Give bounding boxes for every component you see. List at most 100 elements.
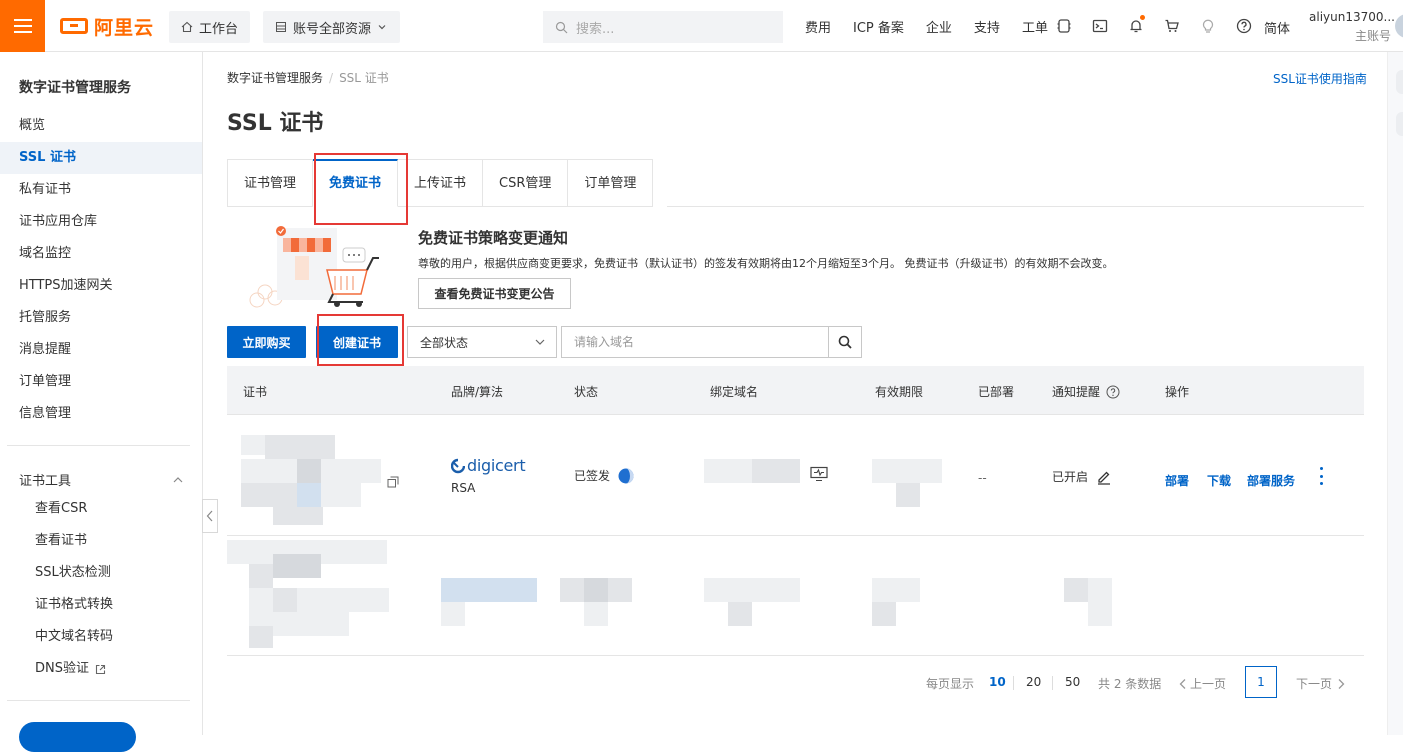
help-icon[interactable] — [1226, 18, 1262, 34]
chevron-down-icon — [378, 25, 386, 30]
tab-csr-management[interactable]: CSR管理 — [483, 159, 569, 207]
sidebar-item-view-csr[interactable]: 查看CSR — [0, 493, 202, 525]
sidebar-item-overview[interactable]: 概览 — [0, 110, 202, 142]
more-actions-icon[interactable] — [1316, 466, 1326, 486]
bell-icon[interactable] — [1118, 15, 1154, 34]
resources-dropdown[interactable]: 账号全部资源 — [263, 11, 400, 43]
col-notify: 通知提醒 — [1052, 383, 1120, 400]
ssl-guide-link[interactable]: SSL证书使用指南 — [1273, 70, 1367, 87]
page-size-10[interactable]: 10 — [989, 675, 1006, 689]
rail-handle-bottom[interactable] — [1396, 112, 1403, 136]
help-icon[interactable] — [1106, 385, 1120, 399]
top-link-ticket[interactable]: 工单 — [1022, 17, 1048, 36]
status-globe-icon[interactable] — [618, 468, 634, 484]
lightbulb-icon[interactable] — [1190, 18, 1226, 34]
app-icon[interactable] — [1046, 18, 1082, 34]
sidebar-collapse-button[interactable] — [202, 499, 218, 533]
breadcrumb-current: SSL 证书 — [339, 71, 389, 85]
terminal-icon[interactable] — [1082, 18, 1118, 34]
rail-handle-top[interactable] — [1396, 70, 1403, 94]
monitor-icon[interactable] — [810, 466, 828, 482]
table-row: digicert RSA 已签发 -- 已开启 部署 下载 部署服务 — [227, 415, 1364, 536]
view-announcement-button[interactable]: 查看免费证书变更公告 — [418, 278, 571, 309]
buy-now-button[interactable]: 立即购买 — [227, 326, 306, 358]
digicert-mark-icon — [451, 458, 465, 473]
tab-order-management[interactable]: 订单管理 — [568, 159, 654, 207]
top-link-fees[interactable]: 费用 — [805, 17, 831, 36]
chevron-right-icon — [1338, 678, 1345, 689]
cert-tools-label: 证书工具 — [19, 474, 72, 489]
page-number-current[interactable]: 1 — [1245, 666, 1277, 698]
sidebar-item-cert-repo[interactable]: 证书应用仓库 — [0, 206, 202, 238]
user-role: 主账号 — [1354, 29, 1391, 43]
aliyun-logo[interactable]: 阿里云 — [60, 14, 155, 39]
deploy-service-link[interactable]: 部署服务 — [1247, 472, 1295, 489]
logo-text: 阿里云 — [94, 16, 155, 39]
notice-title: 免费证书策略变更通知 — [418, 229, 569, 247]
cart-icon[interactable] — [1154, 18, 1190, 34]
tab-cert-management[interactable]: 证书管理 — [227, 159, 314, 207]
workbench-button[interactable]: 工作台 — [169, 11, 250, 43]
workbench-label: 工作台 — [199, 21, 239, 37]
col-notify-label: 通知提醒 — [1052, 385, 1101, 399]
sidebar-item-ssl-cert[interactable]: SSL 证书 — [0, 142, 202, 174]
sidebar-item-https-gateway[interactable]: HTTPS加速网关 — [0, 270, 202, 302]
col-domain: 绑定域名 — [710, 385, 759, 399]
sidebar-item-view-cert[interactable]: 查看证书 — [0, 525, 202, 557]
copy-icon[interactable] — [387, 476, 399, 488]
breadcrumb-root[interactable]: 数字证书管理服务 — [227, 71, 323, 85]
sidebar-promo-button[interactable] — [19, 722, 136, 752]
avatar[interactable] — [1395, 14, 1403, 38]
search-placeholder: 搜索... — [576, 21, 615, 37]
notify-text: 已开启 — [1052, 470, 1089, 484]
chevron-up-icon — [173, 476, 183, 482]
status-select-value: 全部状态 — [420, 335, 469, 350]
breadcrumb: 数字证书管理服务 / SSL 证书 — [227, 71, 389, 85]
cert-status: 已签发 — [574, 467, 634, 484]
sidebar-item-private-cert[interactable]: 私有证书 — [0, 174, 202, 206]
notify-state: 已开启 — [1052, 468, 1112, 485]
domain-search-input[interactable] — [561, 326, 829, 358]
edit-icon[interactable] — [1096, 469, 1112, 485]
user-name: aliyun13700... — [1309, 10, 1395, 24]
language-switch[interactable]: 简体 — [1264, 18, 1290, 37]
sidebar-item-info[interactable]: 信息管理 — [0, 398, 202, 430]
tab-free-cert[interactable]: 免费证书 — [313, 159, 399, 207]
sidebar-item-orders[interactable]: 订单管理 — [0, 366, 202, 398]
download-link[interactable]: 下载 — [1207, 472, 1231, 489]
chevron-left-icon — [206, 510, 213, 522]
sidebar-item-alerts[interactable]: 消息提醒 — [0, 334, 202, 366]
col-deployed: 已部署 — [978, 385, 1015, 399]
next-page-button[interactable]: 下一页 — [1296, 675, 1346, 692]
col-cert: 证书 — [243, 385, 268, 399]
col-brand: 品牌/算法 — [451, 385, 504, 399]
table-header: 证书 品牌/算法 状态 绑定域名 有效期限 已部署 通知提醒 操作 — [227, 366, 1364, 415]
sidebar-item-ssl-check[interactable]: SSL状态检测 — [0, 557, 202, 589]
page-size-50[interactable]: 50 — [1065, 675, 1080, 689]
search-icon — [838, 335, 852, 349]
page-size-20[interactable]: 20 — [1026, 675, 1041, 689]
domain-search-button[interactable] — [828, 326, 862, 358]
sidebar-item-dns-verify[interactable]: DNS验证 — [0, 653, 202, 685]
col-status: 状态 — [574, 385, 599, 399]
sidebar-divider-bottom — [7, 700, 190, 701]
prev-page-button[interactable]: 上一页 — [1178, 675, 1226, 692]
menu-icon[interactable] — [0, 0, 45, 52]
algorithm: RSA — [451, 481, 476, 495]
sidebar-item-domain-monitor[interactable]: 域名监控 — [0, 238, 202, 270]
top-link-enterprise[interactable]: 企业 — [926, 17, 952, 36]
global-search[interactable]: 搜索... — [543, 11, 783, 43]
user-account[interactable]: aliyun13700... 主账号 — [1309, 10, 1395, 44]
sidebar-item-idn-convert[interactable]: 中文域名转码 — [0, 621, 202, 653]
sidebar-item-hosting[interactable]: 托管服务 — [0, 302, 202, 334]
col-validity: 有效期限 — [875, 385, 924, 399]
pagination: 每页显示 10 20 50 共 2 条数据 上一页 1 下一页 — [227, 666, 1364, 700]
tab-upload-cert[interactable]: 上传证书 — [398, 159, 484, 207]
top-link-icp[interactable]: ICP 备案 — [853, 17, 904, 36]
status-select[interactable]: 全部状态 — [407, 326, 557, 358]
sidebar-group-cert-tools[interactable]: 证书工具 — [19, 470, 184, 489]
sidebar-item-format-convert[interactable]: 证书格式转换 — [0, 589, 202, 621]
top-link-support[interactable]: 支持 — [974, 17, 1000, 36]
create-cert-button[interactable]: 创建证书 — [316, 326, 398, 358]
deploy-link[interactable]: 部署 — [1165, 472, 1189, 489]
